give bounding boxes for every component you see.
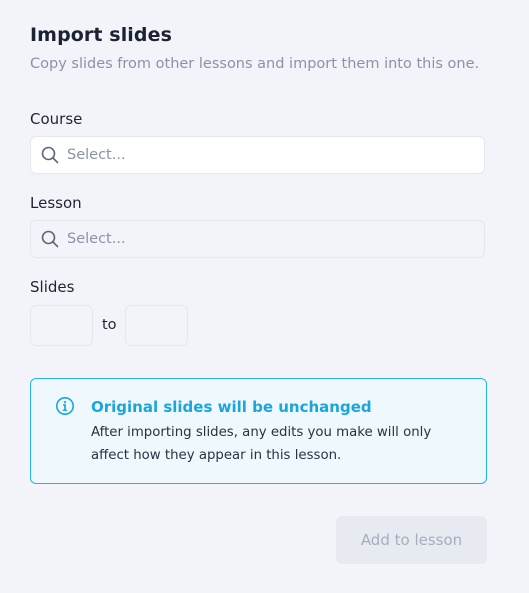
page-subtitle: Copy slides from other lessons and impor… [30,56,480,72]
search-icon [40,229,60,249]
notice-body: After importing slides, any edits you ma… [91,425,432,463]
slides-from-input[interactable] [30,305,93,346]
info-circle-icon [55,396,75,416]
notice-title: Original slides will be unchanged [91,398,372,416]
lesson-label: Lesson [30,194,82,212]
lesson-select-placeholder: Select... [67,231,126,247]
slides-range-separator: to [102,317,117,333]
search-icon [40,145,60,165]
add-to-lesson-button[interactable]: Add to lesson [336,516,487,564]
page-title: Import slides [30,24,173,46]
slides-to-input[interactable] [125,305,188,346]
course-select-placeholder: Select... [67,147,126,163]
course-select[interactable]: Select... [30,136,485,174]
lesson-select[interactable]: Select... [30,220,485,258]
slides-label: Slides [30,278,75,296]
info-notice: Original slides will be unchanged After … [30,378,487,484]
course-label: Course [30,110,83,128]
